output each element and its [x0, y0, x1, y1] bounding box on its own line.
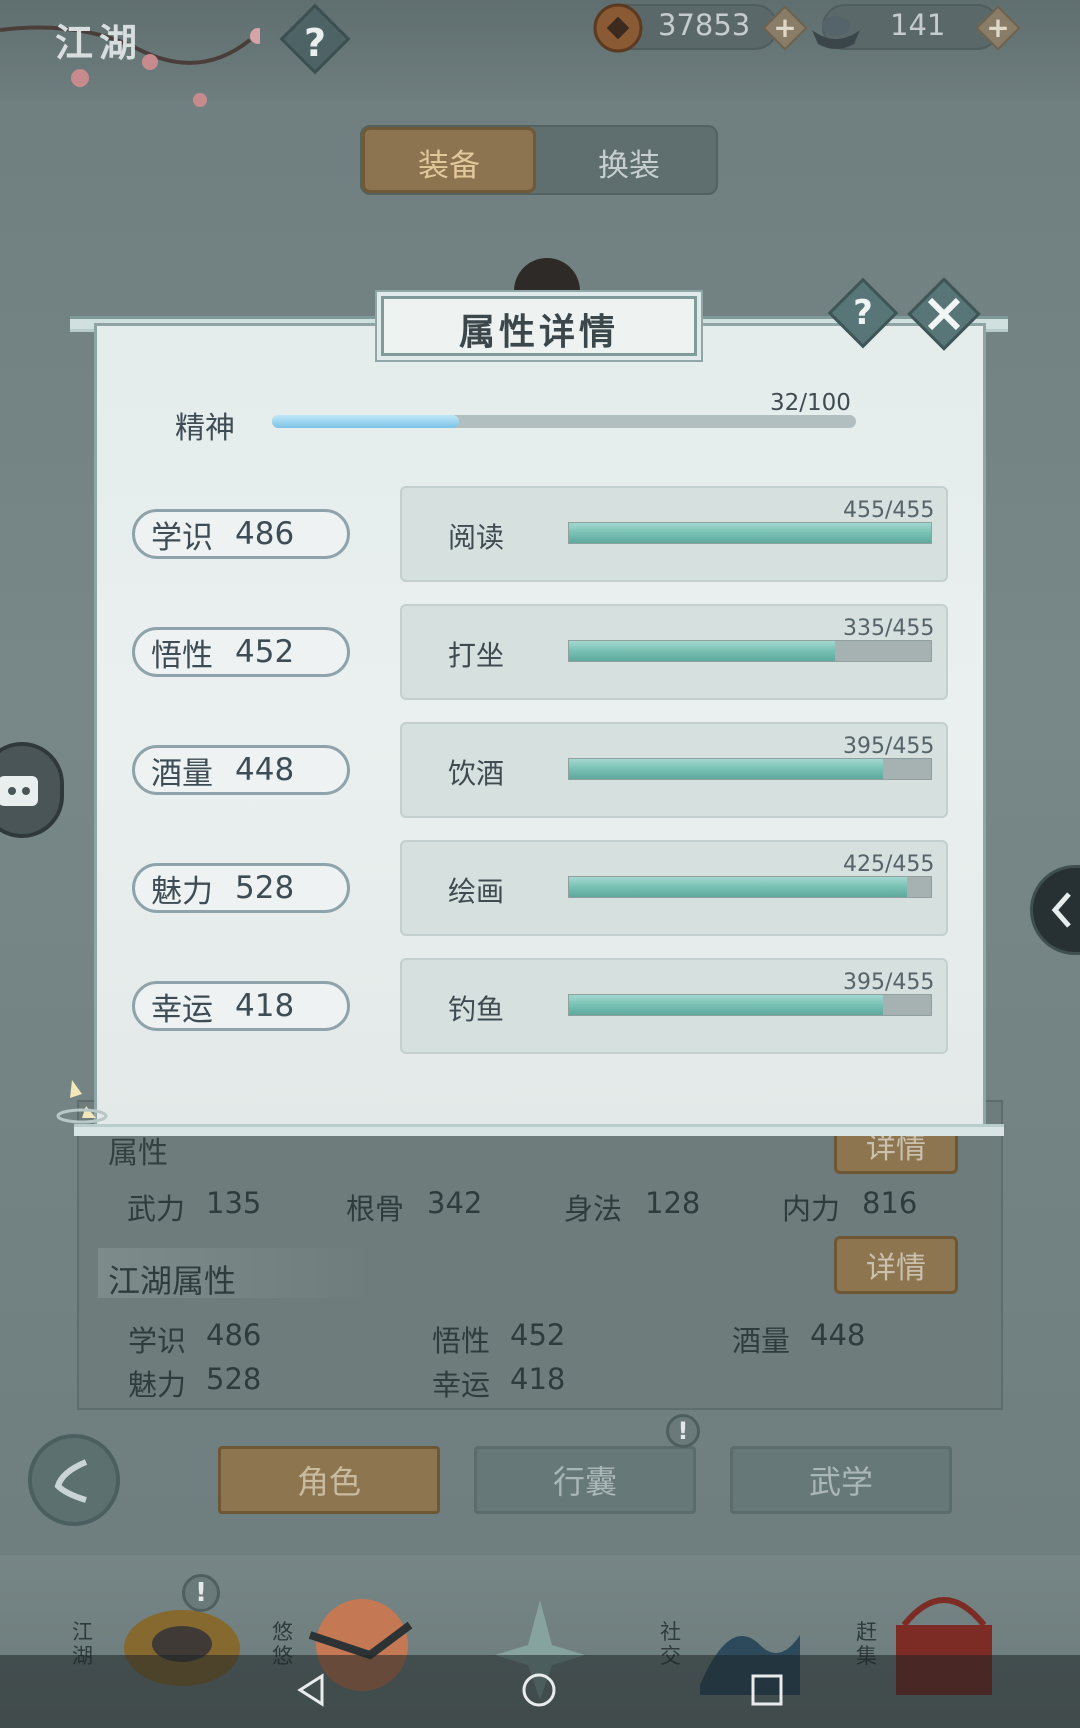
system-home-icon[interactable] [520, 1671, 558, 1709]
close-icon [927, 297, 961, 331]
jianghu-stat-3-value: 448 [810, 1318, 866, 1352]
stat-pill-3: 魅力 528 [132, 863, 350, 913]
combat-stat-2-label: 根骨 [346, 1192, 405, 1226]
combat-stat-3-label: 身法 [564, 1192, 623, 1226]
jianghu-stat-3-label: 酒量 [732, 1324, 791, 1358]
side-expand-button[interactable] [1030, 865, 1080, 955]
spirit-label: 精神 [175, 411, 235, 446]
chevron-left-icon [1051, 892, 1071, 928]
skill-bar-fill [569, 759, 884, 779]
jianghu-stat-2-label: 悟性 [432, 1324, 491, 1358]
stat-name: 学识 [151, 519, 213, 556]
skill-label: 阅读 [448, 521, 505, 554]
question-icon: ? [853, 293, 873, 333]
skill-bar-fill [569, 995, 884, 1015]
back-button[interactable] [28, 1434, 120, 1526]
question-icon: ? [303, 21, 327, 66]
jianghu-stat-4-value: 528 [206, 1362, 262, 1396]
skill-progress-text: 335/455 [843, 616, 935, 641]
jianghu-stat-4-label: 魅力 [128, 1368, 187, 1402]
modal-title: 属性详情 [458, 311, 619, 353]
copper-coin-icon [593, 3, 643, 53]
jianghu-detail-button[interactable]: 详情 [834, 1236, 958, 1294]
spirit-value: 32/100 [770, 390, 851, 416]
skill-label: 绘画 [448, 875, 505, 908]
chat-side-button[interactable] [0, 742, 64, 838]
silver-value: 141 [890, 8, 946, 42]
skill-bar-fill [569, 641, 836, 661]
stat-name: 魅力 [151, 873, 213, 910]
stat-name: 酒量 [151, 755, 213, 792]
system-recents-icon[interactable] [750, 1673, 784, 1707]
skill-progress-text: 425/455 [843, 852, 935, 877]
skill-bar-track [568, 876, 932, 898]
section-jianghu-title: 江湖属性 [108, 1262, 237, 1300]
combat-stat-1-value: 135 [206, 1186, 262, 1220]
tab-outfit[interactable]: 换装 [598, 140, 660, 185]
jianghu-stat-1-label: 学识 [128, 1324, 187, 1358]
skill-progress-text: 395/455 [843, 970, 935, 995]
skill-label: 钓鱼 [448, 993, 505, 1026]
system-back-icon[interactable] [294, 1672, 330, 1708]
modal-bottom-rail [74, 1124, 1004, 1136]
combat-stat-3-value: 128 [645, 1186, 701, 1220]
butterfly-icon [56, 1080, 108, 1124]
stat-pill-1: 悟性 452 [132, 627, 350, 677]
jianghu-stat-1-value: 486 [206, 1318, 262, 1352]
skill-label: 饮酒 [448, 757, 505, 790]
skill-bar-track [568, 994, 932, 1016]
combat-stat-2-value: 342 [427, 1186, 483, 1220]
skill-label: 打坐 [448, 639, 505, 672]
stat-pill-2: 酒量 448 [132, 745, 350, 795]
skill-bar-track [568, 522, 932, 544]
stat-value: 452 [235, 634, 295, 670]
silver-ingot-icon [812, 16, 860, 49]
stat-value: 448 [235, 752, 295, 788]
plus-icon: + [986, 11, 1010, 44]
jianghu-stat-5-value: 418 [510, 1362, 566, 1396]
skill-bar-track [568, 640, 932, 662]
nav-bag-button[interactable]: 行囊 [474, 1446, 696, 1514]
skill-progress-text: 455/455 [843, 498, 935, 523]
combat-stat-4-label: 内力 [782, 1192, 841, 1226]
jianghu-stat-5-label: 幸运 [432, 1368, 491, 1402]
stat-pill-0: 学识 486 [132, 509, 350, 559]
combat-stat-4-value: 816 [862, 1186, 918, 1220]
skill-progress-text: 395/455 [843, 734, 935, 759]
chat-icon [0, 776, 38, 806]
jianghu-alert-icon: ! [182, 1574, 220, 1612]
jianghu-stat-2-value: 452 [510, 1318, 566, 1352]
stat-pill-4: 幸运 418 [132, 981, 350, 1031]
page-title: 江湖 [55, 20, 144, 65]
skill-bar-fill [569, 523, 931, 543]
alert-icon: ! [666, 1414, 700, 1448]
nav-character-button[interactable]: 角色 [218, 1446, 440, 1514]
nav-martial-button[interactable]: 武学 [730, 1446, 952, 1514]
spirit-bar-track [272, 415, 856, 428]
stat-value: 418 [235, 988, 295, 1024]
stat-value: 528 [235, 870, 295, 906]
stat-name: 悟性 [151, 637, 213, 674]
skill-bar-track [568, 758, 932, 780]
combat-stat-1-label: 武力 [127, 1192, 186, 1226]
back-arrow-icon [54, 1459, 88, 1503]
copper-value: 37853 [658, 8, 751, 42]
skill-bar-fill [569, 877, 908, 897]
spirit-bar-fill [272, 415, 459, 428]
tab-equip-label: 装备 [418, 148, 480, 184]
stat-value: 486 [235, 516, 295, 552]
plus-icon: + [773, 11, 797, 44]
stat-name: 幸运 [151, 991, 213, 1028]
